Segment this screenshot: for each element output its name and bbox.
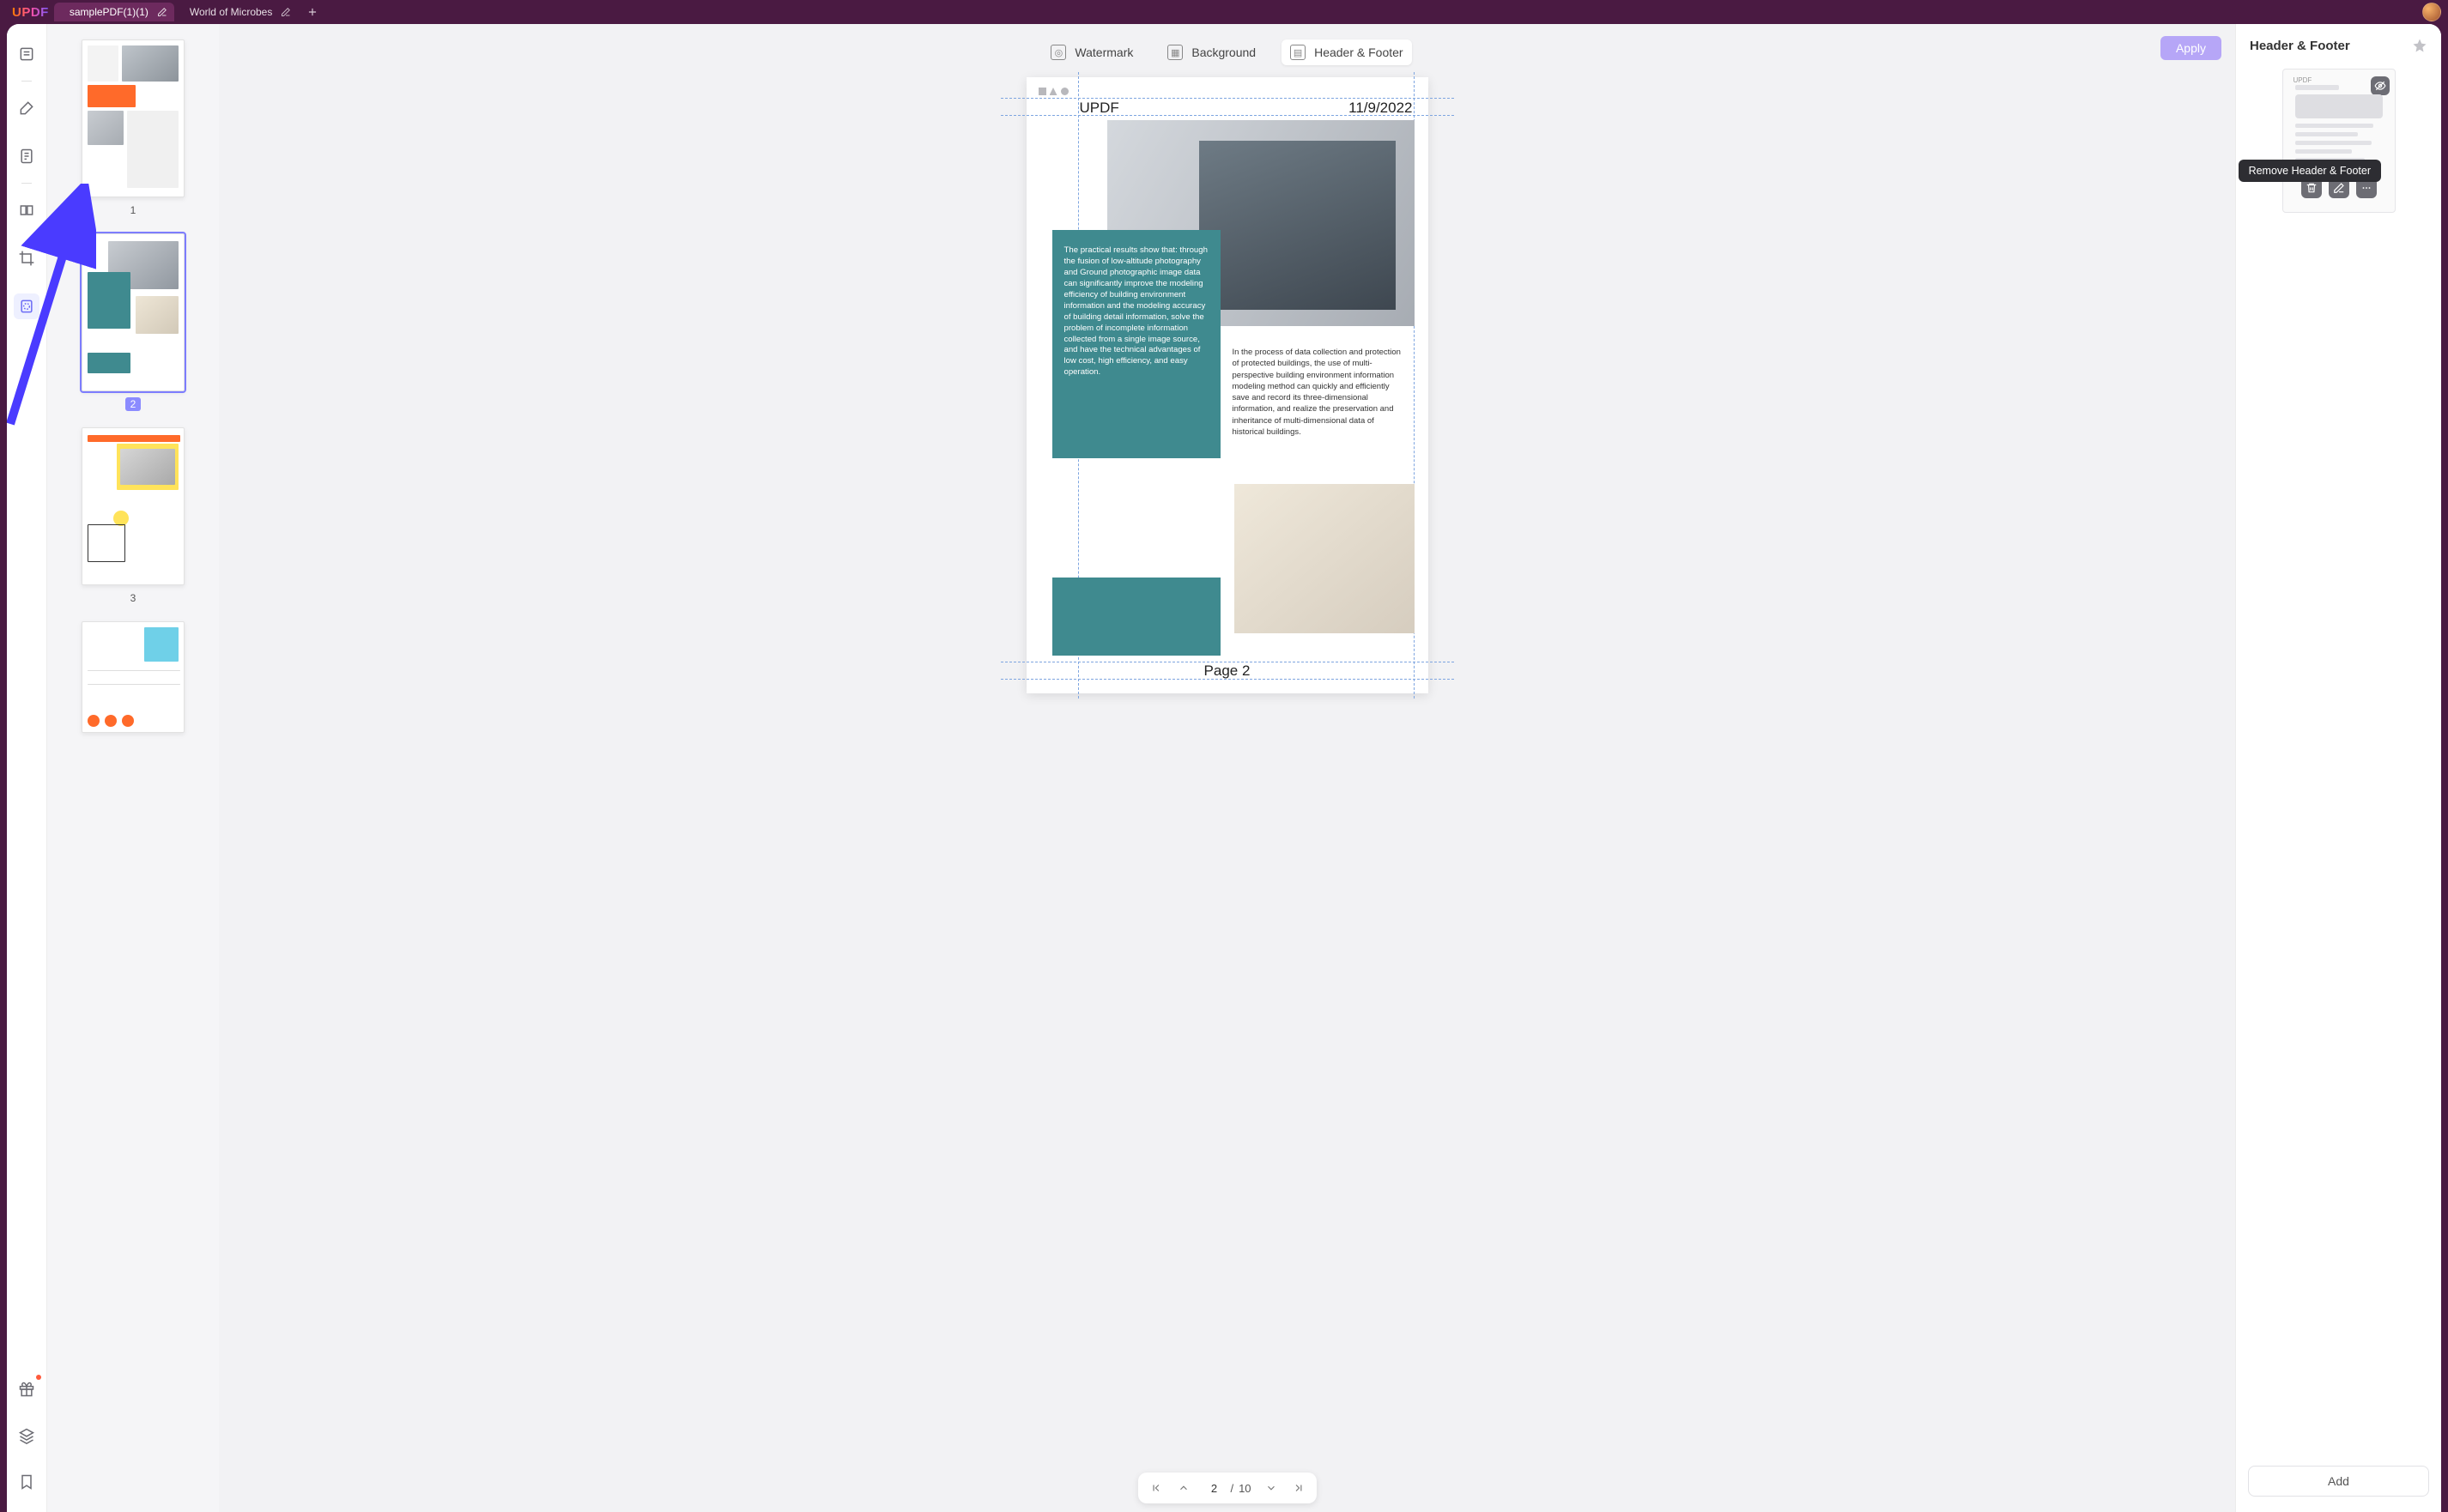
newtab-icon[interactable]	[306, 6, 318, 18]
tab-label: World of Microbes	[190, 6, 272, 18]
thumb-number: 3	[130, 592, 136, 604]
thumbnail-image	[82, 427, 185, 585]
thumb-number: 2	[125, 397, 142, 411]
guide-line	[1001, 98, 1454, 99]
mode-label: Watermark	[1075, 45, 1133, 59]
canvas-area: ◎ Watermark ▦ Background ▤ Header & Foot…	[219, 24, 2235, 1512]
page-callout: The practical results show that: through…	[1052, 230, 1221, 458]
prev-page-button[interactable]	[1175, 1480, 1191, 1496]
left-rail	[7, 24, 47, 1512]
page-nav: / 10	[1137, 1473, 1316, 1503]
mode-background[interactable]: ▦ Background	[1159, 39, 1264, 65]
right-panel-header: Header & Footer	[2236, 24, 2441, 64]
crop-icon[interactable]	[14, 245, 39, 271]
page-sep: /	[1230, 1482, 1233, 1495]
mode-toolbar: ◎ Watermark ▦ Background ▤ Header & Foot…	[1042, 39, 1411, 65]
thumbnail-image	[82, 233, 185, 391]
star-icon[interactable]	[2412, 38, 2427, 53]
apply-button[interactable]: Apply	[2160, 36, 2221, 60]
tab-label: samplePDF(1)(1)	[70, 6, 148, 18]
mode-watermark[interactable]: ◎ Watermark	[1042, 39, 1142, 65]
watermark-icon: ◎	[1051, 45, 1066, 60]
edit-icon	[157, 7, 167, 17]
page-ornament-icons	[1039, 88, 1069, 95]
rail-sep	[21, 183, 32, 184]
preset-mini-label: UPDF	[2293, 76, 2312, 84]
thumbnail-image	[82, 39, 185, 197]
page-number: / 10	[1203, 1482, 1251, 1495]
thumbnail[interactable]: 2	[63, 233, 203, 412]
headerfooter-icon: ▤	[1290, 45, 1306, 60]
page-paragraph: In the process of data collection and pr…	[1233, 347, 1408, 438]
header-left[interactable]: UPDF	[1080, 100, 1119, 117]
app-logo: UPDF	[12, 5, 49, 20]
right-panel-title: Header & Footer	[2250, 39, 2350, 53]
thumbnail-panel[interactable]: 1 2 3	[47, 24, 219, 1512]
page-block-2	[1052, 578, 1221, 656]
thumbnail-image	[82, 621, 185, 733]
page-total: 10	[1239, 1482, 1251, 1495]
page-preview: UPDF 11/9/2022 The practical results sho…	[1027, 77, 1428, 693]
background-icon: ▦	[1167, 45, 1183, 60]
pageorg-icon[interactable]	[14, 197, 39, 223]
header-right[interactable]: 11/9/2022	[1348, 100, 1412, 117]
preset-card[interactable]: UPDF	[2282, 69, 2396, 213]
avatar[interactable]	[2422, 3, 2441, 21]
page-input[interactable]	[1203, 1482, 1225, 1495]
thumbnail[interactable]: 1	[63, 39, 203, 218]
thumbnail[interactable]	[63, 621, 203, 733]
thumbnail[interactable]: 3	[63, 427, 203, 606]
edit-icon	[281, 7, 291, 17]
page-image-2	[1234, 484, 1415, 633]
app-shell: 1 2 3	[7, 24, 2441, 1512]
layers-icon[interactable]	[14, 1423, 39, 1448]
mode-label: Background	[1191, 45, 1256, 59]
rail-sep	[21, 81, 32, 82]
next-page-button[interactable]	[1263, 1480, 1279, 1496]
last-page-button[interactable]	[1291, 1480, 1306, 1496]
tab-active[interactable]: samplePDF(1)(1)	[54, 3, 174, 21]
bookmark-icon[interactable]	[14, 1469, 39, 1495]
headerfooter-tool-icon[interactable]	[14, 293, 39, 319]
add-button[interactable]: Add	[2248, 1466, 2429, 1497]
mode-label: Header & Footer	[1314, 45, 1403, 59]
first-page-button[interactable]	[1148, 1480, 1163, 1496]
reader-icon[interactable]	[14, 41, 39, 67]
thumb-number: 1	[130, 204, 136, 216]
form-icon[interactable]	[14, 143, 39, 169]
gift-icon[interactable]	[14, 1376, 39, 1402]
mode-headerfooter[interactable]: ▤ Header & Footer	[1282, 39, 1412, 65]
footer-center[interactable]: Page 2	[1027, 662, 1428, 680]
titlebar: UPDF samplePDF(1)(1) World of Microbes	[0, 0, 2448, 24]
highlighter-icon[interactable]	[14, 95, 39, 121]
tooltip: Remove Header & Footer	[2239, 160, 2381, 182]
tab-inactive[interactable]: World of Microbes	[174, 3, 298, 21]
right-panel: Header & Footer UPDF	[2235, 24, 2441, 1512]
